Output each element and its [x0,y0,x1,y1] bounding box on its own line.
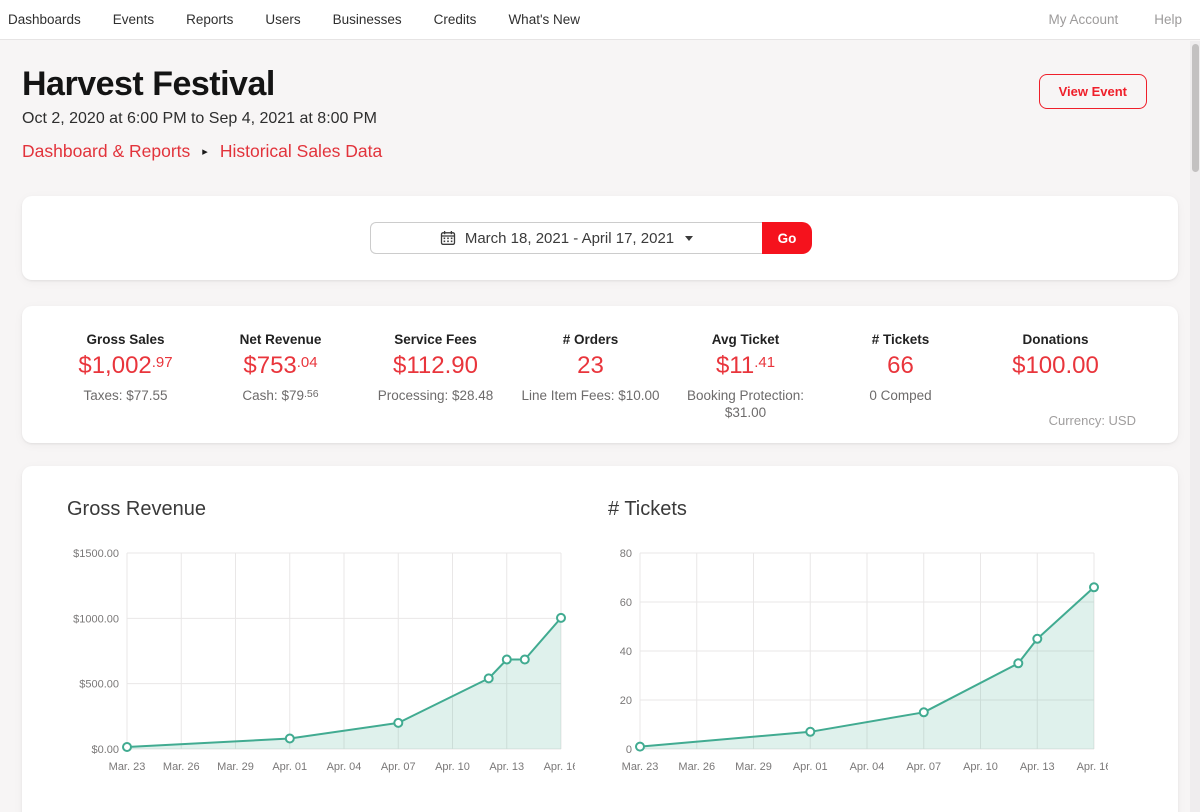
svg-text:Mar. 29: Mar. 29 [217,761,254,773]
breadcrumb-historical-sales-link[interactable]: Historical Sales Data [220,141,382,162]
breadcrumb-dashboard-reports-link[interactable]: Dashboard & Reports [22,141,190,162]
stat-value: $753.04 [207,353,354,379]
svg-text:Mar. 23: Mar. 23 [109,761,146,773]
svg-text:Apr. 01: Apr. 01 [272,761,307,773]
chevron-right-icon: ▸ [202,145,208,158]
svg-text:Mar. 26: Mar. 26 [163,761,200,773]
svg-text:$1000.00: $1000.00 [73,613,119,625]
stats-summary-card: Gross Sales $1,002.97 Taxes: $77.55 Net … [22,306,1178,443]
stat-orders: # Orders 23 Line Item Fees: $10.00 [513,332,668,443]
scrollbar-thumb[interactable] [1192,44,1199,172]
stat-subtext: Line Item Fees: $10.00 [517,387,664,405]
svg-text:0: 0 [626,744,632,756]
svg-text:80: 80 [620,548,632,560]
date-range-input[interactable]: March 18, 2021 - April 17, 2021 [370,222,762,254]
svg-text:Apr. 10: Apr. 10 [963,761,998,773]
svg-text:Mar. 23: Mar. 23 [622,761,659,773]
stat-value: $112.90 [362,353,509,379]
svg-text:Apr. 13: Apr. 13 [489,761,524,773]
svg-text:Apr. 10: Apr. 10 [435,761,470,773]
breadcrumb: Dashboard & Reports ▸ Historical Sales D… [22,141,1178,162]
svg-text:Apr. 13: Apr. 13 [1020,761,1055,773]
stat-label: Net Revenue [207,332,354,347]
tickets-chart[interactable]: 0 20 40 60 80 Mar. 23 Mar. 26 Mar. 29 Apr. 01 Apr… [608,545,1178,784]
top-nav: Dashboards Events Reports Users Business… [0,0,1200,40]
stat-subtext: 0 Comped [827,387,974,405]
svg-text:$0.00: $0.00 [91,744,119,756]
charts-card: Gross Revenue $0.00 $500.00 $1000.00 $1500.… [22,466,1178,812]
stat-avg-ticket: Avg Ticket $11.41 Booking Protection: $3… [668,332,823,443]
svg-text:Mar. 29: Mar. 29 [735,761,772,773]
view-event-button[interactable]: View Event [1039,74,1147,109]
svg-text:Apr. 01: Apr. 01 [793,761,828,773]
stat-gross-sales: Gross Sales $1,002.97 Taxes: $77.55 [48,332,203,443]
stat-value: $100.00 [982,353,1129,379]
stat-net-revenue: Net Revenue $753.04 Cash: $79.56 [203,332,358,443]
stat-tickets: # Tickets 66 0 Comped [823,332,978,443]
svg-text:40: 40 [620,646,632,658]
calendar-icon [440,230,456,246]
gross-revenue-panel: Gross Revenue $0.00 $500.00 $1000.00 $1500.… [22,498,600,812]
nav-right: My Account Help [1048,12,1182,27]
gross-revenue-chart-title: Gross Revenue [67,498,600,521]
svg-text:Apr. 07: Apr. 07 [906,761,941,773]
nav-item-help[interactable]: Help [1154,12,1182,27]
svg-text:Mar. 26: Mar. 26 [678,761,715,773]
date-filter-group: March 18, 2021 - April 17, 2021 Go [370,222,812,254]
stat-service-fees: Service Fees $112.90 Processing: $28.48 [358,332,513,443]
stat-label: # Orders [517,332,664,347]
svg-text:Apr. 04: Apr. 04 [850,761,885,773]
svg-text:Apr. 04: Apr. 04 [327,761,362,773]
stat-label: Gross Sales [52,332,199,347]
nav-item-events[interactable]: Events [113,12,154,27]
stat-label: Donations [982,332,1129,347]
stat-subtext: Cash: $79.56 [207,387,354,405]
nav-item-users[interactable]: Users [265,12,300,27]
date-filter-card: March 18, 2021 - April 17, 2021 Go [22,196,1178,280]
nav-left: Dashboards Events Reports Users Business… [8,12,580,27]
tickets-panel: # Tickets 0 20 40 60 80 Mar. 23 Mar. 26 Mar. 29… [600,498,1178,812]
svg-text:Apr. 07: Apr. 07 [381,761,416,773]
stat-value: $1,002.97 [52,353,199,379]
stat-value: 66 [827,353,974,379]
stat-label: Service Fees [362,332,509,347]
nav-item-credits[interactable]: Credits [434,12,477,27]
svg-text:60: 60 [620,597,632,609]
currency-note: Currency: USD [1049,413,1136,428]
stat-label: # Tickets [827,332,974,347]
nav-item-dashboards[interactable]: Dashboards [8,12,81,27]
stat-subtext: Booking Protection: $31.00 [672,387,819,422]
page-title: Harvest Festival [22,64,1178,104]
stat-value: 23 [517,353,664,379]
nav-item-whats-new[interactable]: What's New [508,12,580,27]
event-date-range: Oct 2, 2020 at 6:00 PM to Sep 4, 2021 at… [22,110,1178,128]
nav-item-businesses[interactable]: Businesses [333,12,402,27]
page-header: Harvest Festival Oct 2, 2020 at 6:00 PM … [22,64,1178,162]
stat-subtext: Processing: $28.48 [362,387,509,405]
svg-text:$500.00: $500.00 [79,679,119,691]
svg-text:Apr. 16: Apr. 16 [1077,761,1108,773]
stat-subtext: Taxes: $77.55 [52,387,199,405]
svg-text:20: 20 [620,695,632,707]
nav-item-reports[interactable]: Reports [186,12,233,27]
svg-text:$1500.00: $1500.00 [73,548,119,560]
svg-text:Apr. 16: Apr. 16 [544,761,575,773]
go-button[interactable]: Go [762,222,812,254]
scrollbar-track[interactable] [1190,41,1200,812]
caret-down-icon [685,236,693,241]
date-range-value: March 18, 2021 - April 17, 2021 [465,230,674,247]
stat-value: $11.41 [672,353,819,379]
stat-label: Avg Ticket [672,332,819,347]
tickets-chart-title: # Tickets [608,498,1178,521]
gross-revenue-chart[interactable]: $0.00 $500.00 $1000.00 $1500.00 Mar. 23 Mar. … [67,545,600,784]
nav-item-my-account[interactable]: My Account [1048,12,1118,27]
